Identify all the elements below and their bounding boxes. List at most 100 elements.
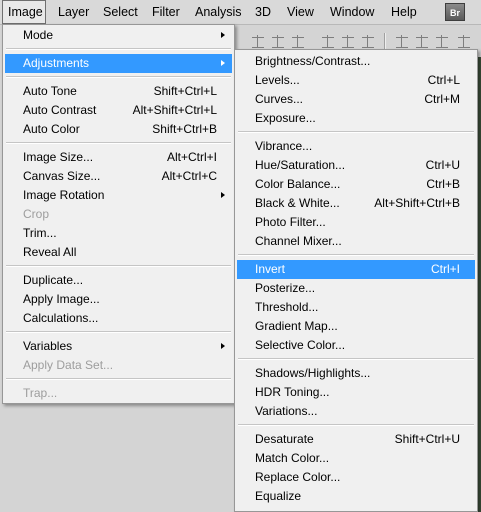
menu-separator (238, 254, 474, 256)
menu-item-auto-contrast[interactable]: Auto Contrast Alt+Shift+Ctrl+L (5, 101, 232, 120)
menu-item-apply-data-set: Apply Data Set... (5, 356, 232, 375)
menu-item-label: Image Rotation (23, 188, 105, 202)
menu-item-label: Curves... (255, 92, 304, 106)
menu-item-label: Color Balance... (255, 177, 341, 191)
menu-window[interactable]: Window (330, 0, 374, 24)
menu-item-label: Adjustments (23, 56, 90, 70)
menu-item-label: HDR Toning... (255, 385, 330, 399)
menu-item-auto-color[interactable]: Auto Color Shift+Ctrl+B (5, 120, 232, 139)
menu-item-vibrance[interactable]: Vibrance... (237, 137, 475, 156)
menu-item-threshold[interactable]: Threshold... (237, 298, 475, 317)
menu-item-label: Image Size... (23, 150, 94, 164)
menu-item-curves[interactable]: Curves... Ctrl+M (237, 90, 475, 109)
distribute-bottom-icon[interactable] (436, 35, 448, 48)
distribute-top-icon[interactable] (396, 35, 408, 48)
menu-item-label: Hue/Saturation... (255, 158, 346, 172)
menu-item-shortcut: Ctrl+U (425, 158, 460, 172)
menu-item-label: Variables (23, 339, 73, 353)
menu-item-label: Photo Filter... (255, 215, 326, 229)
align-center-icon[interactable] (342, 35, 354, 48)
menu-item-trim[interactable]: Trim... (5, 224, 232, 243)
menu-item-label: Canvas Size... (23, 169, 101, 183)
align-middle-icon[interactable] (272, 35, 284, 48)
menu-item-reveal-all[interactable]: Reveal All (5, 243, 232, 262)
menu-filter[interactable]: Filter (152, 0, 180, 24)
menu-item-canvas-size[interactable]: Canvas Size... Alt+Ctrl+C (5, 167, 232, 186)
menu-layer[interactable]: Layer (58, 0, 89, 24)
submenu-arrow-icon (221, 343, 225, 349)
align-right-icon[interactable] (362, 35, 374, 48)
menu-item-calculations[interactable]: Calculations... (5, 309, 232, 328)
menu-item-duplicate[interactable]: Duplicate... (5, 271, 232, 290)
menu-item-label: Variations... (255, 404, 318, 418)
menu-item-mode[interactable]: Mode (5, 26, 232, 45)
align-left-icon[interactable] (322, 35, 334, 48)
menu-view[interactable]: View (287, 0, 314, 24)
menu-item-apply-image[interactable]: Apply Image... (5, 290, 232, 309)
menu-item-shortcut: Shift+Ctrl+U (394, 432, 460, 446)
menu-item-label: Trim... (23, 226, 57, 240)
menu-item-shortcut: Alt+Shift+Ctrl+B (374, 196, 460, 210)
menu-item-levels[interactable]: Levels... Ctrl+L (237, 71, 475, 90)
menu-item-selective-color[interactable]: Selective Color... (237, 336, 475, 355)
menu-item-invert[interactable]: Invert Ctrl+I (237, 260, 475, 279)
menu-item-label: Auto Tone (23, 84, 77, 98)
menu-item-image-rotation[interactable]: Image Rotation (5, 186, 232, 205)
bridge-icon[interactable]: Br (445, 3, 465, 21)
submenu-arrow-icon (221, 32, 225, 38)
menu-item-shortcut: Ctrl+L (427, 73, 460, 87)
menu-item-black-white[interactable]: Black & White... Alt+Shift+Ctrl+B (237, 194, 475, 213)
distribute-middle-icon[interactable] (416, 35, 428, 48)
menu-item-label: Levels... (255, 73, 300, 87)
menu-item-color-balance[interactable]: Color Balance... Ctrl+B (237, 175, 475, 194)
menu-item-label: Equalize (255, 489, 302, 503)
menu-item-variables[interactable]: Variables (5, 337, 232, 356)
menu-image[interactable]: Image (2, 0, 46, 24)
menu-item-label: Posterize... (255, 281, 316, 295)
menu-item-shadows-highlights[interactable]: Shadows/Highlights... (237, 364, 475, 383)
align-top-icon[interactable] (252, 35, 264, 48)
menu-item-hdr-toning[interactable]: HDR Toning... (237, 383, 475, 402)
toolbar-divider (384, 33, 386, 49)
menu-item-match-color[interactable]: Match Color... (237, 449, 475, 468)
menu-item-label: Calculations... (23, 311, 99, 325)
menu-item-equalize[interactable]: Equalize (237, 487, 475, 506)
menu-item-image-size[interactable]: Image Size... Alt+Ctrl+I (5, 148, 232, 167)
align-bottom-icon[interactable] (292, 35, 304, 48)
menu-item-label: Match Color... (255, 451, 330, 465)
menu-help[interactable]: Help (391, 0, 417, 24)
menu-3d[interactable]: 3D (255, 0, 271, 24)
menu-select[interactable]: Select (103, 0, 138, 24)
menu-item-variations[interactable]: Variations... (237, 402, 475, 421)
distribute-left-icon[interactable] (458, 35, 470, 48)
menu-separator (6, 76, 231, 78)
menu-item-brightness-contrast[interactable]: Brightness/Contrast... (237, 52, 475, 71)
menu-item-channel-mixer[interactable]: Channel Mixer... (237, 232, 475, 251)
submenu-arrow-icon (221, 60, 225, 66)
menu-separator (238, 131, 474, 133)
menu-item-hue-saturation[interactable]: Hue/Saturation... Ctrl+U (237, 156, 475, 175)
menu-item-label: Black & White... (255, 196, 340, 210)
menu-item-label: Reveal All (23, 245, 77, 259)
menu-separator (238, 358, 474, 360)
menu-item-replace-color[interactable]: Replace Color... (237, 468, 475, 487)
menu-item-trap: Trap... (5, 384, 232, 403)
menu-item-label: Channel Mixer... (255, 234, 342, 248)
menu-item-label: Auto Color (23, 122, 80, 136)
menu-item-auto-tone[interactable]: Auto Tone Shift+Ctrl+L (5, 82, 232, 101)
menu-item-gradient-map[interactable]: Gradient Map... (237, 317, 475, 336)
menu-item-photo-filter[interactable]: Photo Filter... (237, 213, 475, 232)
menu-item-label: Replace Color... (255, 470, 341, 484)
menu-item-exposure[interactable]: Exposure... (237, 109, 475, 128)
menu-analysis[interactable]: Analysis (195, 0, 242, 24)
menu-item-shortcut: Ctrl+M (424, 92, 460, 106)
menu-item-desaturate[interactable]: Desaturate Shift+Ctrl+U (237, 430, 475, 449)
menu-item-label: Invert (255, 262, 286, 276)
menu-item-posterize[interactable]: Posterize... (237, 279, 475, 298)
menu-item-label: Vibrance... (255, 139, 313, 153)
menu-item-label: Apply Data Set... (23, 358, 114, 372)
menu-item-adjustments[interactable]: Adjustments (5, 54, 232, 73)
menu-item-label: Exposure... (255, 111, 316, 125)
menu-item-shortcut: Ctrl+I (430, 262, 460, 276)
adjustments-submenu: Brightness/Contrast... Levels... Ctrl+L Cur… (234, 49, 478, 512)
